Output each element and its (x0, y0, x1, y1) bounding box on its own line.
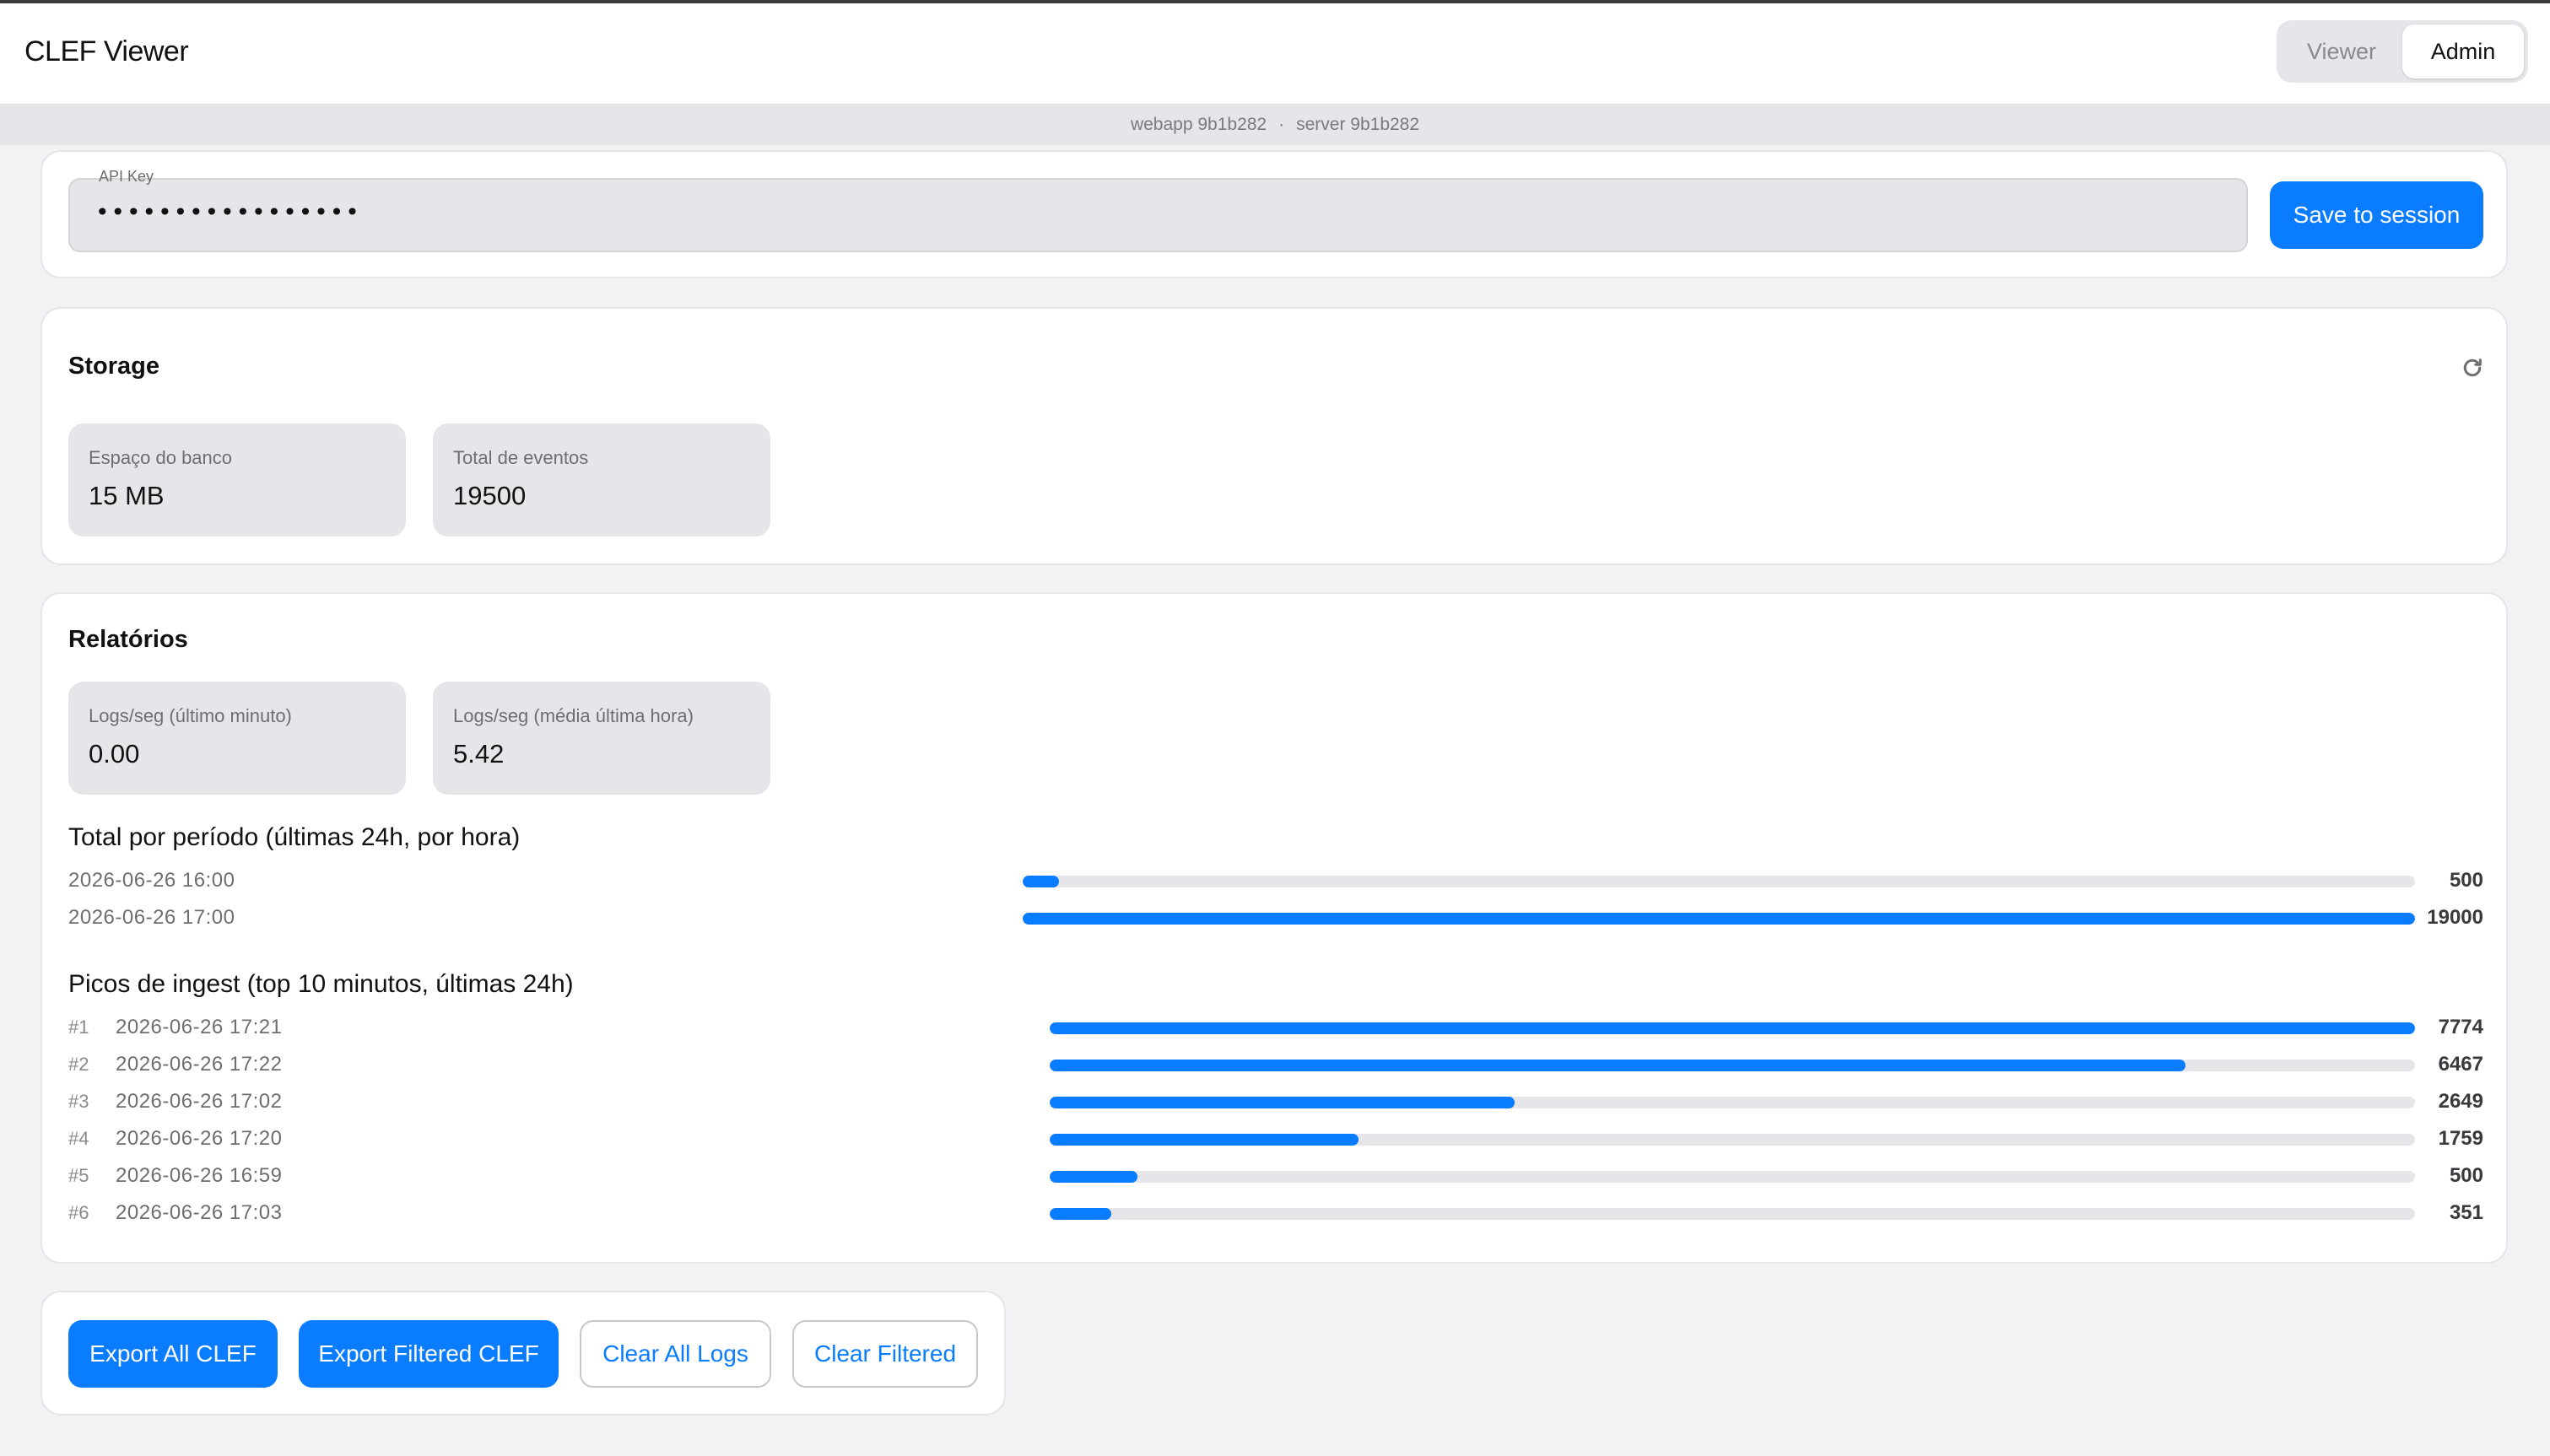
bar-fill (1050, 1208, 1112, 1220)
peak-rank: #1 (68, 1017, 89, 1038)
clear-filtered-button[interactable]: Clear Filtered (792, 1320, 978, 1388)
bar-value: 7774 (2438, 1016, 2483, 1038)
peak-time: 2026-06-26 17:03 (116, 1201, 283, 1224)
peak-rank: #3 (68, 1091, 89, 1112)
server-version: server 9b1b282 (1296, 115, 1420, 134)
bar-fill (1050, 1060, 2185, 1071)
stat-value: 0.00 (89, 739, 140, 768)
logs-per-sec-hour-stat: Logs/seg (média última hora) 5.42 (433, 682, 770, 795)
peak-rank: #6 (68, 1202, 89, 1223)
period-label: 2026-06-26 16:00 (68, 869, 235, 892)
logs-per-sec-minute-stat: Logs/seg (último minuto) 0.00 (68, 682, 406, 795)
mode-viewer-button[interactable]: Viewer (2281, 24, 2402, 78)
peak-row: #5 2026-06-26 16:59 500 (68, 1157, 2483, 1194)
stat-value: 19500 (453, 481, 527, 510)
peak-row: #3 2026-06-26 17:02 2649 (68, 1083, 2483, 1120)
period-label: 2026-06-26 17:00 (68, 906, 235, 929)
stat-label: Espaço do banco (89, 447, 233, 468)
stat-value: 5.42 (453, 739, 505, 768)
actions-card: Export All CLEF Export Filtered CLEF Cle… (41, 1291, 1006, 1416)
period-title: Total por período (últimas 24h, por hora… (68, 823, 521, 851)
stat-label: Logs/seg (média última hora) (453, 705, 694, 726)
peak-rank: #5 (68, 1165, 89, 1186)
bar-fill (1050, 1097, 1515, 1108)
save-to-session-button[interactable]: Save to session (2270, 181, 2483, 249)
bar-value: 1759 (2438, 1127, 2483, 1150)
bar-track (1023, 913, 2415, 925)
bar-value: 6467 (2438, 1053, 2483, 1076)
stat-value: 15 MB (89, 481, 165, 510)
refresh-icon[interactable] (2455, 351, 2489, 385)
export-all-clef-button[interactable]: Export All CLEF (68, 1320, 278, 1388)
version-separator: · (1278, 115, 1285, 134)
stat-label: Total de eventos (453, 447, 589, 468)
reports-title: Relatórios (68, 626, 188, 653)
peak-time: 2026-06-26 17:02 (116, 1090, 283, 1113)
bar-track (1050, 1097, 2415, 1108)
version-bar: webapp 9b1b282 · server 9b1b282 (0, 105, 2550, 145)
peak-time: 2026-06-26 16:59 (116, 1164, 283, 1187)
bar-value: 351 (2449, 1201, 2483, 1224)
peak-row: #1 2026-06-26 17:21 7774 (68, 1009, 2483, 1046)
api-key-label: API Key (99, 168, 154, 185)
storage-title: Storage (68, 353, 159, 380)
peak-time: 2026-06-26 17:22 (116, 1053, 283, 1076)
total-events-stat: Total de eventos 19500 (433, 423, 770, 537)
mode-admin-button[interactable]: Admin (2402, 24, 2524, 78)
bar-value: 19000 (2427, 906, 2483, 929)
bar-track (1023, 876, 2415, 887)
app-header: CLEF Viewer Viewer Admin (0, 3, 2550, 105)
peak-row: #6 2026-06-26 17:03 351 (68, 1194, 2483, 1232)
bar-fill (1050, 1171, 1138, 1183)
peak-row: #4 2026-06-26 17:20 1759 (68, 1120, 2483, 1157)
bar-value: 2649 (2438, 1090, 2483, 1113)
bar-track (1050, 1060, 2415, 1071)
period-row: 2026-06-26 17:00 19000 (68, 899, 2483, 936)
period-row: 2026-06-26 16:00 500 (68, 862, 2483, 899)
stat-label: Logs/seg (último minuto) (89, 705, 292, 726)
bar-fill (1050, 1022, 2415, 1034)
webapp-version: webapp 9b1b282 (1130, 115, 1267, 134)
peak-time: 2026-06-26 17:21 (116, 1016, 283, 1038)
peak-rank: #2 (68, 1054, 89, 1075)
db-size-stat: Espaço do banco 15 MB (68, 423, 406, 537)
mode-switch: Viewer Admin (2277, 20, 2528, 83)
bar-value: 500 (2449, 1164, 2483, 1187)
bar-value: 500 (2449, 869, 2483, 892)
bar-fill (1023, 876, 1060, 887)
storage-card: Storage Espaço do banco 15 MB Total de e… (41, 307, 2508, 565)
export-filtered-clef-button[interactable]: Export Filtered CLEF (299, 1320, 559, 1388)
bar-track (1050, 1134, 2415, 1146)
peak-row: #2 2026-06-26 17:22 6467 (68, 1046, 2483, 1083)
bar-fill (1023, 913, 2415, 925)
bar-track (1050, 1171, 2415, 1183)
reports-card: Relatórios Logs/seg (último minuto) 0.00… (41, 592, 2508, 1264)
bar-track (1050, 1208, 2415, 1220)
refresh-icon-glyph (2463, 359, 2482, 377)
clear-all-logs-button[interactable]: Clear All Logs (580, 1320, 771, 1388)
bar-track (1050, 1022, 2415, 1034)
peak-time: 2026-06-26 17:20 (116, 1127, 283, 1150)
peak-rank: #4 (68, 1128, 89, 1149)
api-key-field: API Key (68, 168, 2248, 252)
api-key-input[interactable] (95, 198, 2222, 226)
bar-fill (1050, 1134, 1359, 1146)
peaks-title: Picos de ingest (top 10 minutos, últimas… (68, 970, 574, 998)
app-title: CLEF Viewer (24, 35, 189, 67)
api-key-card: API Key Save to session (41, 150, 2508, 278)
